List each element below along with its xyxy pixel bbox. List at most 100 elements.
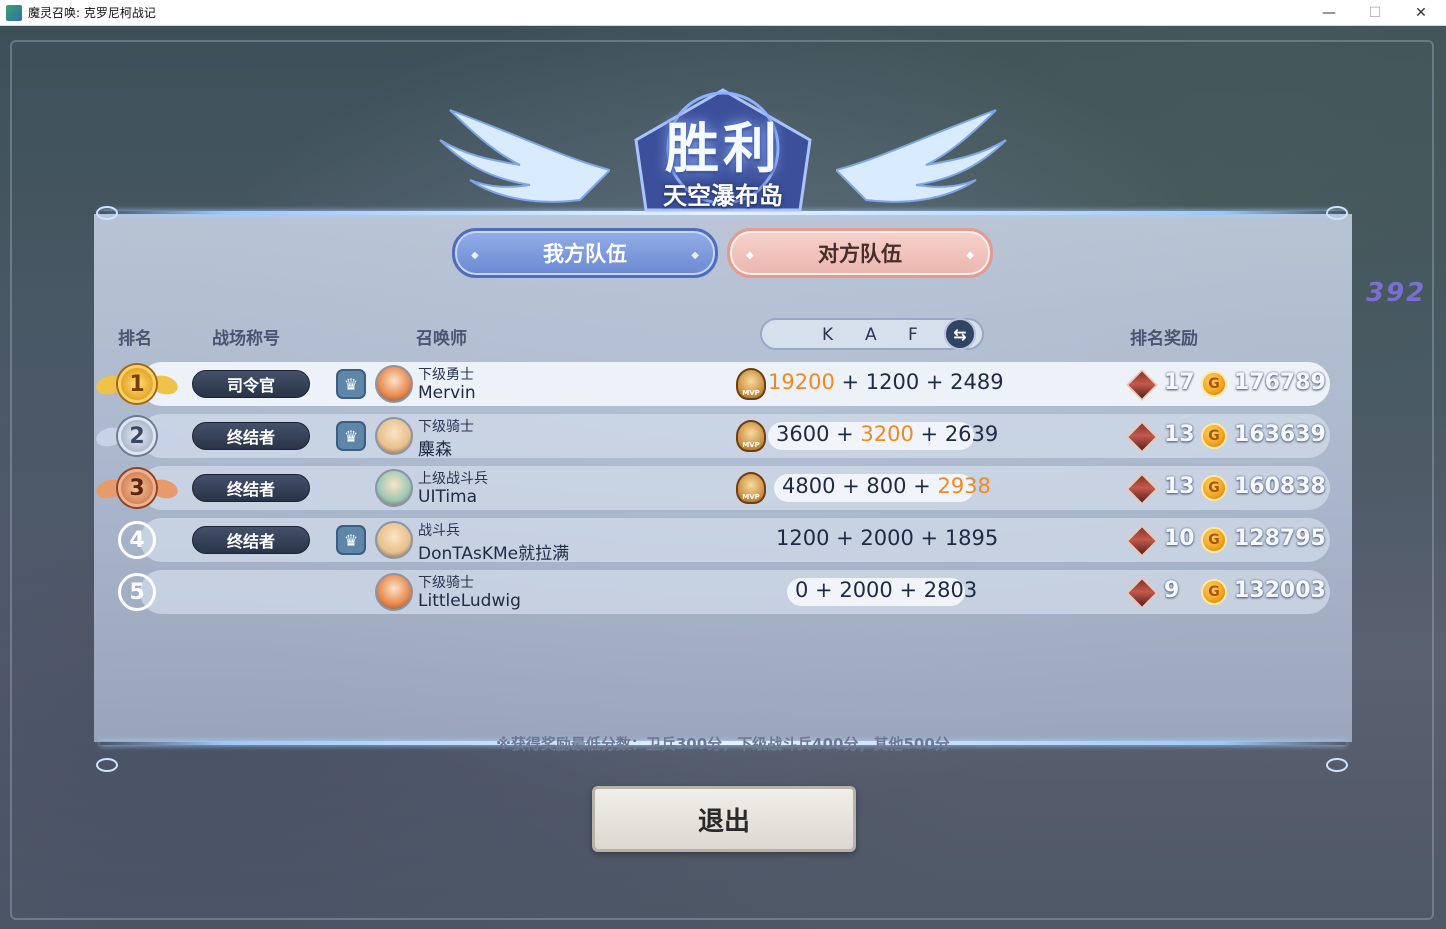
plus-sign: +: [892, 578, 924, 602]
diamond-icon: ◆: [691, 250, 699, 261]
score-a: 3200: [860, 422, 914, 446]
kaf-score: 1200 + 2000 + 1895: [776, 526, 998, 550]
gold-coin-icon: G: [1201, 475, 1227, 501]
tab-our-team-label: 我方队伍: [543, 242, 627, 266]
map-name: 天空瀑布岛: [663, 182, 783, 210]
col-k: K: [822, 325, 834, 345]
plus-sign: +: [913, 526, 945, 550]
diamond-icon: ◆: [966, 250, 974, 261]
mvp-icon: MVP: [736, 368, 766, 400]
rank-badge: 5: [118, 573, 156, 611]
window-title: 魔灵召唤: 克罗尼柯战记: [28, 6, 156, 20]
reward-coin-count: 160838: [1234, 474, 1326, 499]
mvp-icon: MVP: [736, 420, 766, 452]
summoner-name: Mervin: [418, 383, 476, 403]
summoner-avatar[interactable]: [375, 417, 413, 455]
swap-icon[interactable]: ⇆: [944, 318, 976, 350]
score-f: 2803: [923, 578, 978, 602]
plus-sign: +: [913, 422, 945, 446]
score-k: 4800: [782, 474, 836, 498]
minimize-button[interactable]: —: [1306, 0, 1352, 26]
summoner-name: UITima: [418, 487, 478, 507]
score-k: 19200: [768, 370, 835, 394]
plus-sign: +: [834, 370, 866, 394]
kaf-score: 0 + 2000 + 2803: [795, 578, 977, 602]
summoner-rank: 上级战斗兵: [418, 471, 488, 487]
maximize-button[interactable]: ☐: [1352, 0, 1398, 26]
score-f: 2489: [950, 370, 1004, 394]
plus-sign: +: [808, 578, 840, 602]
kaf-score: 19200 + 1200 + 2489: [768, 370, 1004, 394]
gold-coin-icon: G: [1201, 579, 1227, 605]
score-a: 2000: [860, 526, 914, 550]
summoner-rank: 下级骑士: [418, 419, 474, 435]
reward-box-count: 9: [1164, 578, 1180, 603]
col-summoner: 召唤师: [416, 329, 467, 349]
side-number: 392: [1366, 278, 1427, 308]
team-icon: ♛: [336, 369, 366, 399]
gold-coin-icon: G: [1201, 423, 1227, 449]
summoner-rank: 战斗兵: [418, 523, 460, 539]
summoner-name: DonTAsKMe就拉满: [418, 544, 570, 564]
tab-enemy-team-label: 对方队伍: [818, 242, 902, 266]
battle-title-badge: 司令官: [192, 370, 310, 398]
kaf-score: 3600 + 3200 + 2639: [776, 422, 998, 446]
kaf-score: 4800 + 800 + 2938: [782, 474, 991, 498]
score-f: 2639: [944, 422, 999, 446]
score-k: 0: [795, 578, 809, 602]
rail-ornament-icon: [96, 758, 118, 772]
col-f: F: [908, 325, 918, 345]
battle-title-badge: 终结者: [192, 422, 310, 450]
plus-sign: +: [829, 526, 861, 550]
plus-sign: +: [829, 422, 861, 446]
rank-badge: 1: [118, 365, 156, 403]
summoner-name: 麋森: [418, 440, 452, 460]
mvp-icon: MVP: [736, 472, 766, 504]
score-a: 1200: [865, 370, 920, 394]
score-f: 2938: [937, 474, 991, 498]
reward-box-count: 10: [1164, 526, 1195, 551]
summoner-rank: 下级骑士: [418, 575, 474, 591]
team-icon: ♛: [336, 421, 366, 451]
score-a: 800: [866, 474, 907, 498]
window-titlebar: 魔灵召唤: 克罗尼柯战记 — ☐ ✕: [0, 0, 1446, 26]
exit-button[interactable]: 退出: [592, 786, 856, 852]
plus-sign: +: [835, 474, 867, 498]
col-reward: 排名奖励: [1130, 329, 1198, 349]
score-k: 3600: [776, 422, 830, 446]
reward-box-count: 17: [1164, 370, 1195, 395]
score-k: 1200: [776, 526, 830, 550]
team-icon: ♛: [336, 525, 366, 555]
battle-title-badge: 终结者: [192, 474, 310, 502]
rail-ornament-icon: [1326, 758, 1348, 772]
victory-title: 胜利: [665, 117, 781, 180]
app-icon: [6, 4, 22, 21]
tab-enemy-team[interactable]: ◆ 对方队伍 ◆: [727, 228, 993, 278]
reward-box-count: 13: [1164, 474, 1195, 499]
rank-badge: 3: [118, 469, 156, 507]
reward-coin-count: 176789: [1234, 370, 1326, 395]
score-f: 1895: [944, 526, 999, 550]
battle-title-badge: 终结者: [192, 526, 310, 554]
summoner-avatar[interactable]: [375, 573, 413, 611]
summoner-avatar[interactable]: [375, 521, 413, 559]
col-a: A: [865, 325, 877, 345]
summoner-rank: 下级勇士: [418, 367, 474, 383]
reward-coin-count: 132003: [1234, 578, 1326, 603]
summoner-avatar[interactable]: [375, 469, 413, 507]
summoner-avatar[interactable]: [375, 365, 413, 403]
plus-sign: +: [919, 370, 951, 394]
col-title: 战场称号: [212, 329, 280, 349]
col-rank: 排名: [118, 329, 152, 349]
diamond-icon: ◆: [746, 250, 754, 261]
tab-our-team[interactable]: ◆ 我方队伍 ◆: [452, 228, 718, 278]
rank-badge: 4: [118, 521, 156, 559]
reward-box-count: 13: [1164, 422, 1195, 447]
reward-coin-count: 163639: [1234, 422, 1326, 447]
rank-badge: 2: [118, 417, 156, 455]
reward-note: ※获得奖励最低分数：卫兵300分，下级战斗兵400分，其他500分: [496, 735, 950, 753]
plus-sign: +: [906, 474, 938, 498]
score-a: 2000: [839, 578, 893, 602]
close-button[interactable]: ✕: [1398, 0, 1444, 26]
summoner-name: LittleLudwig: [418, 591, 521, 611]
